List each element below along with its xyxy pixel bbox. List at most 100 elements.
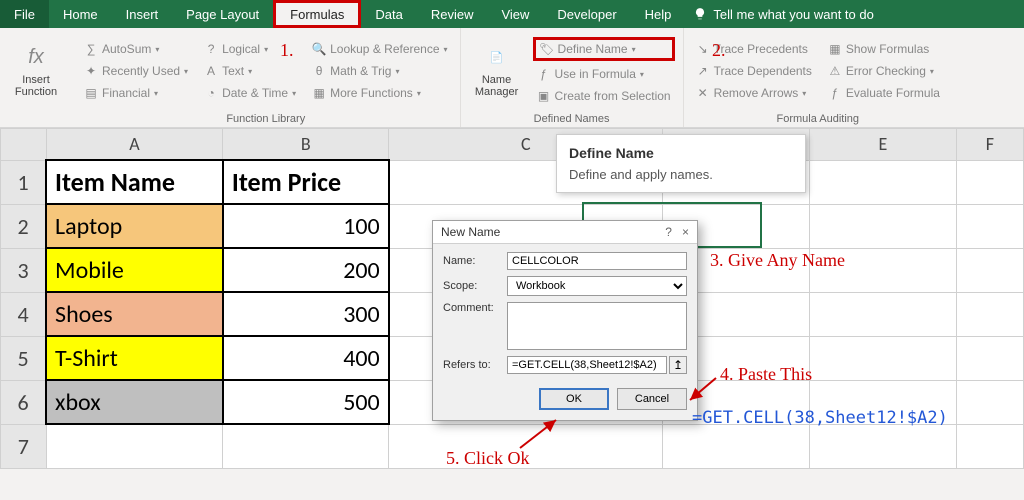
tell-me-search[interactable]: Tell me what you want to do <box>693 0 873 28</box>
trace-precedents-button[interactable]: ↘Trace Precedents <box>692 40 816 58</box>
comment-textarea[interactable] <box>507 302 687 350</box>
cell-f5[interactable] <box>956 336 1023 380</box>
refers-to-input[interactable] <box>507 356 667 374</box>
scope-label: Scope: <box>443 280 499 292</box>
col-header-e[interactable]: E <box>810 129 957 161</box>
selection-icon: ▣ <box>537 89 551 103</box>
cell-a4[interactable]: Shoes <box>46 292 223 336</box>
tab-developer[interactable]: Developer <box>543 0 630 28</box>
lookup-button[interactable]: 🔍Lookup & Reference▾ <box>308 40 451 58</box>
cell-b4[interactable]: 300 <box>223 292 389 336</box>
remove-arrows-button[interactable]: ✕Remove Arrows▾ <box>692 84 816 102</box>
name-manager-button[interactable]: 📄 Name Manager <box>469 32 525 110</box>
error-checking-button[interactable]: ⚠Error Checking▾ <box>824 62 944 80</box>
row-header-7[interactable]: 7 <box>1 424 47 468</box>
cell-e7[interactable] <box>810 424 957 468</box>
range-picker-button[interactable]: ↥ <box>669 356 687 374</box>
cell-a1[interactable]: Item Name <box>46 160 223 204</box>
cell-f7[interactable] <box>956 424 1023 468</box>
cell-a3[interactable]: Mobile <box>46 248 223 292</box>
show-formulas-button[interactable]: ▦Show Formulas <box>824 40 944 58</box>
cell-b7[interactable] <box>223 424 389 468</box>
more-icon: ▦ <box>312 86 326 100</box>
tab-file[interactable]: File <box>0 0 49 28</box>
row-header-5[interactable]: 5 <box>1 336 47 380</box>
cell-b5[interactable]: 400 <box>223 336 389 380</box>
group-function-library: ∑AutoSum▾ ✦Recently Used▾ ▤Financial▾ ?L… <box>72 28 461 127</box>
cell-f4[interactable] <box>956 292 1023 336</box>
theta-icon: θ <box>312 64 326 78</box>
col-header-b[interactable]: B <box>223 129 389 161</box>
create-from-selection-button[interactable]: ▣Create from Selection <box>533 87 675 105</box>
cell-e5[interactable] <box>810 336 957 380</box>
insert-function-label: Insert Function <box>8 74 64 98</box>
error-icon: ⚠ <box>828 64 842 78</box>
cell-a2[interactable]: Laptop <box>46 204 223 248</box>
lightbulb-icon <box>693 7 707 21</box>
cell-b2[interactable]: 100 <box>223 204 389 248</box>
cell-b1[interactable]: Item Price <box>223 160 389 204</box>
use-in-formula-button[interactable]: ƒUse in Formula▾ <box>533 65 675 83</box>
cell-f2[interactable] <box>956 204 1023 248</box>
cell-e2[interactable] <box>810 204 957 248</box>
cell-e6[interactable] <box>810 380 957 424</box>
refers-to-label: Refers to: <box>443 359 499 371</box>
cell-f6[interactable] <box>956 380 1023 424</box>
tab-insert[interactable]: Insert <box>112 0 173 28</box>
insert-function-button[interactable]: fx Insert Function <box>8 32 64 110</box>
row-header-2[interactable]: 2 <box>1 204 47 248</box>
cell-d7[interactable] <box>663 424 810 468</box>
cell-e1[interactable] <box>810 160 957 204</box>
group-label-formula-auditing: Formula Auditing <box>692 110 944 125</box>
cell-f1[interactable] <box>956 160 1023 204</box>
text-icon: A <box>204 64 218 78</box>
cell-e4[interactable] <box>810 292 957 336</box>
row-header-4[interactable]: 4 <box>1 292 47 336</box>
date-time-button[interactable]: ◔Date & Time▾ <box>200 84 300 102</box>
cell-c7[interactable] <box>389 424 663 468</box>
cell-e3[interactable] <box>810 248 957 292</box>
trace-dependents-button[interactable]: ↗Trace Dependents <box>692 62 816 80</box>
dialog-close-button[interactable]: × <box>682 225 689 239</box>
col-header-a[interactable]: A <box>46 129 223 161</box>
text-button[interactable]: AText▾ <box>200 62 300 80</box>
ribbon: fx Insert Function ∑AutoSum▾ ✦Recently U… <box>0 28 1024 128</box>
cell-a6[interactable]: xbox <box>46 380 223 424</box>
dependent-icon: ↗ <box>696 64 710 78</box>
define-name-button[interactable]: 🏷Define Name▾ <box>533 37 675 61</box>
tab-formulas[interactable]: Formulas <box>273 0 361 28</box>
ok-button[interactable]: OK <box>539 388 609 410</box>
evaluate-formula-button[interactable]: ƒEvaluate Formula <box>824 84 944 102</box>
row-header-1[interactable]: 1 <box>1 160 47 204</box>
autosum-button[interactable]: ∑AutoSum▾ <box>80 40 192 58</box>
financial-icon: ▤ <box>84 86 98 100</box>
tab-page-layout[interactable]: Page Layout <box>172 0 273 28</box>
cancel-button[interactable]: Cancel <box>617 388 687 410</box>
recently-used-button[interactable]: ✦Recently Used▾ <box>80 62 192 80</box>
evaluate-icon: ƒ <box>828 86 842 100</box>
financial-button[interactable]: ▤Financial▾ <box>80 84 192 102</box>
row-header-6[interactable]: 6 <box>1 380 47 424</box>
tab-view[interactable]: View <box>487 0 543 28</box>
show-formulas-icon: ▦ <box>828 42 842 56</box>
tab-review[interactable]: Review <box>417 0 488 28</box>
remove-arrows-icon: ✕ <box>696 86 710 100</box>
logical-button[interactable]: ?Logical▾ <box>200 40 300 58</box>
cell-b3[interactable]: 200 <box>223 248 389 292</box>
tab-data[interactable]: Data <box>361 0 416 28</box>
cell-f3[interactable] <box>956 248 1023 292</box>
tab-help[interactable]: Help <box>631 0 686 28</box>
row-header-3[interactable]: 3 <box>1 248 47 292</box>
tab-home[interactable]: Home <box>49 0 112 28</box>
name-input[interactable] <box>507 252 687 270</box>
cell-b6[interactable]: 500 <box>223 380 389 424</box>
math-trig-button[interactable]: θMath & Trig▾ <box>308 62 451 80</box>
group-defined-names: 📄 Name Manager 🏷Define Name▾ ƒUse in For… <box>461 28 684 127</box>
select-all-triangle[interactable] <box>1 129 47 161</box>
col-header-f[interactable]: F <box>956 129 1023 161</box>
dialog-help-button[interactable]: ? <box>665 225 672 239</box>
more-functions-button[interactable]: ▦More Functions▾ <box>308 84 451 102</box>
cell-a7[interactable] <box>46 424 223 468</box>
scope-select[interactable]: Workbook <box>507 276 687 296</box>
cell-a5[interactable]: T-Shirt <box>46 336 223 380</box>
